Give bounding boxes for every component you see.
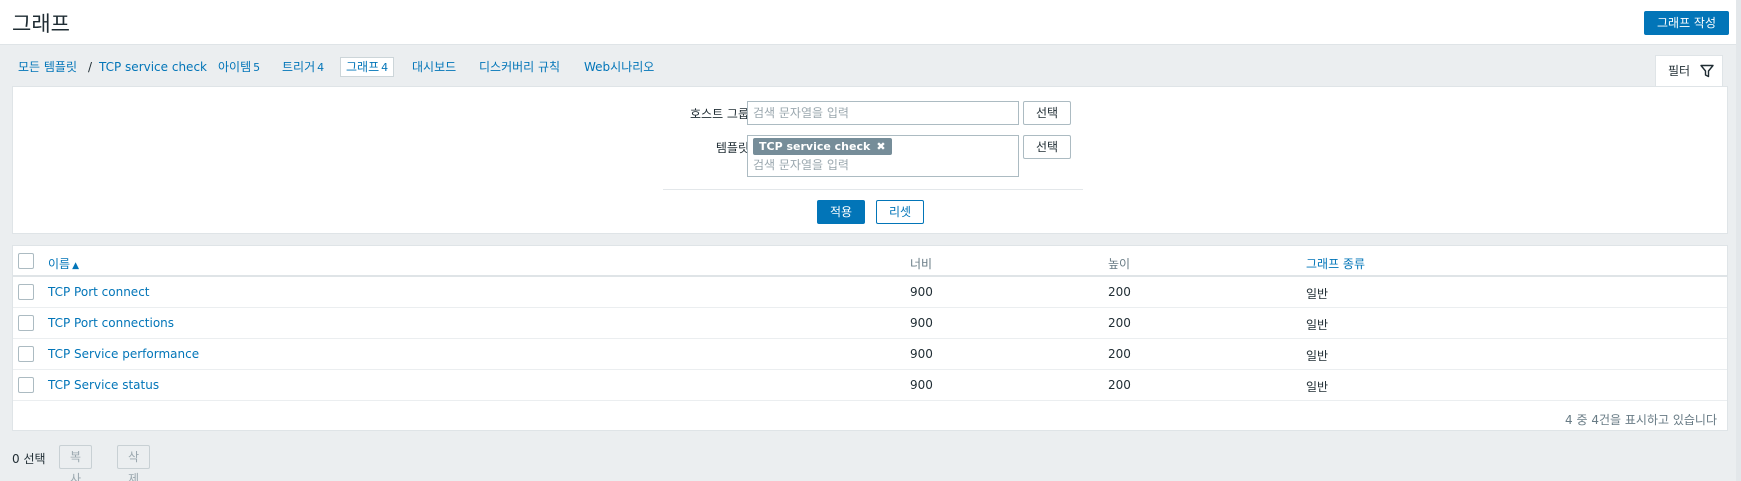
column-width-header: 너비	[910, 257, 933, 271]
chip-remove-icon[interactable]: ✖	[876, 140, 885, 153]
table-header: 이름 ▲ 너비 높이 그래프 종류	[13, 246, 1727, 277]
nav-tab-dashboards[interactable]: 대시보드	[412, 58, 456, 78]
host-group-select-button[interactable]: 선택	[1023, 101, 1071, 125]
nav-tab-count: 4	[317, 61, 325, 74]
filter-panel: 호스트 그룹 검색 문자열을 입력 선택 템플릿 TCP service che…	[12, 86, 1728, 234]
template-placeholder: 검색 문자열을 입력	[753, 158, 849, 172]
copy-button[interactable]: 복사	[59, 445, 93, 481]
nav-tab-discovery-rules[interactable]: 디스커버리 규칙	[479, 58, 560, 78]
selected-count: 0 선택	[12, 452, 46, 466]
row-checkbox[interactable]	[18, 315, 34, 331]
page-header: 그래프 그래프 작성	[0, 0, 1741, 45]
select-all-checkbox[interactable]	[18, 253, 34, 269]
template-chip: TCP service check ✖	[753, 138, 892, 155]
graph-width: 900	[910, 285, 933, 299]
nav-tab-graphs[interactable]: 그래프 4	[340, 57, 395, 77]
filter-tab-label: 필터	[1668, 64, 1691, 78]
table-row: TCP Port connect 900 200 일반	[13, 277, 1727, 308]
graph-height: 200	[1108, 285, 1131, 299]
column-name-header[interactable]: 이름 ▲	[48, 255, 79, 272]
delete-button[interactable]: 삭제	[117, 445, 151, 481]
graph-height: 200	[1108, 316, 1131, 330]
breadcrumb-separator: /	[88, 60, 93, 74]
graph-name-link[interactable]: TCP Service status	[48, 378, 159, 392]
template-select-button[interactable]: 선택	[1023, 135, 1071, 159]
filter-icon	[1700, 64, 1714, 78]
nav-tab-count: 5	[253, 61, 261, 74]
graph-type: 일반	[1306, 380, 1329, 394]
template-label: 템플릿	[715, 141, 749, 155]
template-navigation: 모든 템플릿 / TCP service check 아이템 5 트리거 4 그래프…	[0, 45, 1741, 86]
template-chip-label: TCP service check	[759, 140, 871, 153]
column-graph-type-header[interactable]: 그래프 종류	[1306, 255, 1365, 272]
nav-tab-web-scenarios[interactable]: Web시나리오	[584, 58, 654, 78]
nav-tab-triggers[interactable]: 트리거 4	[282, 58, 324, 78]
nav-tab-label: 아이템	[218, 60, 252, 74]
breadcrumb-all-templates[interactable]: 모든 템플릿	[18, 58, 77, 78]
page-title: 그래프	[12, 12, 70, 36]
graph-name-link[interactable]: TCP Port connections	[48, 316, 174, 330]
graph-height: 200	[1108, 378, 1131, 392]
filter-divider	[663, 189, 1083, 190]
nav-tab-label: 트리거	[282, 60, 316, 74]
host-group-label: 호스트 그룹	[689, 107, 749, 121]
nav-tab-label: 그래프	[346, 60, 380, 74]
graph-name-link[interactable]: TCP Service performance	[48, 347, 199, 361]
breadcrumb-template[interactable]: TCP service check	[99, 58, 207, 78]
table-row: TCP Port connections 900 200 일반	[13, 308, 1727, 339]
graph-height: 200	[1108, 347, 1131, 361]
table-row: TCP Service performance 900 200 일반	[13, 339, 1727, 370]
table-row: TCP Service status 900 200 일반	[13, 370, 1727, 401]
column-name-label: 이름	[48, 257, 71, 271]
apply-button[interactable]: 적용	[817, 200, 865, 224]
row-checkbox[interactable]	[18, 346, 34, 362]
nav-tab-count: 4	[381, 61, 389, 74]
table-stats: 4 중 4건을 표시하고 있습니다	[1565, 413, 1717, 427]
nav-tab-items[interactable]: 아이템 5	[218, 58, 260, 78]
row-checkbox[interactable]	[18, 377, 34, 393]
reset-button[interactable]: 리셋	[876, 200, 924, 224]
graph-width: 900	[910, 378, 933, 392]
graph-type: 일반	[1306, 318, 1329, 332]
scrollbar-track[interactable]	[1736, 0, 1741, 481]
graph-width: 900	[910, 347, 933, 361]
graph-name-link[interactable]: TCP Port connect	[48, 285, 150, 299]
graph-width: 900	[910, 316, 933, 330]
row-checkbox[interactable]	[18, 284, 34, 300]
graph-type: 일반	[1306, 349, 1329, 363]
graph-list: 이름 ▲ 너비 높이 그래프 종류 TCP Port connect 900 20…	[12, 245, 1728, 431]
column-height-header: 높이	[1108, 257, 1131, 271]
template-multiselect[interactable]: TCP service check ✖ 검색 문자열을 입력	[747, 135, 1019, 177]
create-graph-button[interactable]: 그래프 작성	[1643, 11, 1729, 35]
host-group-input[interactable]: 검색 문자열을 입력	[747, 101, 1019, 125]
graph-type: 일반	[1306, 287, 1329, 301]
filter-tab[interactable]: 필터	[1655, 55, 1723, 86]
sort-asc-icon: ▲	[72, 261, 80, 271]
